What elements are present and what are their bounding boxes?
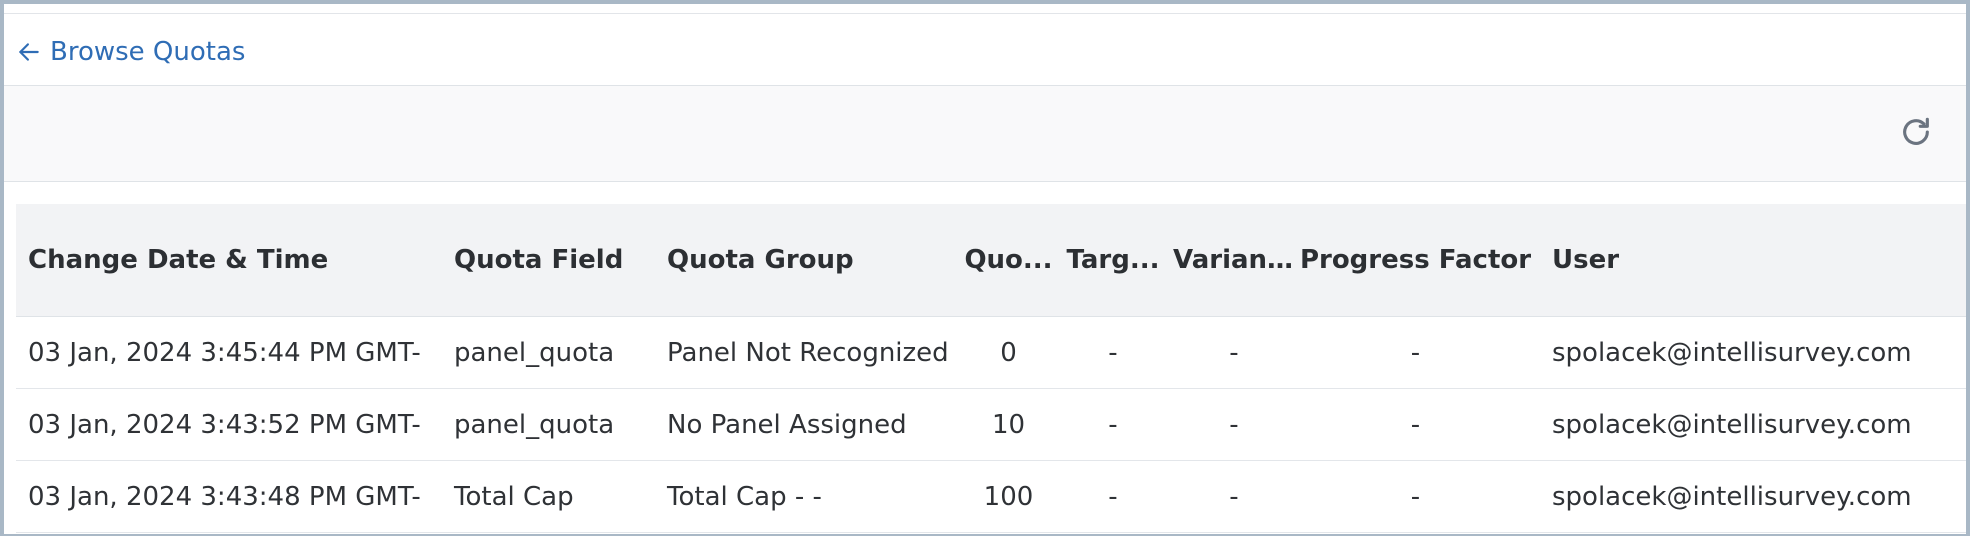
quota-history-panel: Browse Quotas Change Date & Time Quota F…: [4, 4, 1966, 534]
cell-quota-group: Total Cap - -: [667, 481, 822, 512]
browse-quotas-back-link[interactable]: Browse Quotas: [16, 35, 245, 69]
cell-target: -: [1108, 481, 1118, 512]
col-header-variance[interactable]: Varian...: [1169, 245, 1299, 275]
cell-user: spolacek@intellisurvey.com: [1552, 337, 1912, 368]
table-header: Change Date & Time Quota Field Quota Gro…: [16, 204, 1966, 317]
cell-progress-factor: -: [1410, 481, 1421, 512]
quota-history-table: Change Date & Time Quota Field Quota Gro…: [16, 204, 1966, 533]
col-header-user[interactable]: User: [1532, 245, 1952, 275]
col-header-quota-group[interactable]: Quota Group: [655, 245, 960, 275]
browse-quotas-label: Browse Quotas: [50, 37, 246, 67]
cell-quota: 10: [991, 409, 1026, 440]
cell-user: spolacek@intellisurvey.com: [1552, 409, 1912, 440]
col-header-quota[interactable]: Quo...: [960, 245, 1057, 275]
cell-change-date: 03 Jan, 2024 3:43:52 PM GMT-: [28, 409, 421, 440]
cell-change-date: 03 Jan, 2024 3:43:48 PM GMT-: [28, 481, 421, 512]
cell-progress-factor: -: [1410, 409, 1421, 440]
toolbar: [4, 86, 1966, 182]
cell-quota-field: panel_quota: [454, 337, 615, 368]
cell-quota-field: panel_quota: [454, 409, 615, 440]
col-header-target[interactable]: Targ...: [1057, 245, 1169, 275]
cell-quota: 0: [1000, 337, 1017, 368]
cell-target: -: [1108, 409, 1118, 440]
table-row[interactable]: 03 Jan, 2024 3:43:52 PM GMT- panel_quota…: [16, 389, 1966, 461]
col-header-progress-factor[interactable]: Progress Factor: [1299, 240, 1532, 280]
cell-quota-group: No Panel Assigned: [667, 409, 907, 440]
top-border: [4, 4, 1966, 14]
cell-progress-factor: -: [1410, 337, 1421, 368]
cell-variance: -: [1229, 409, 1239, 440]
cell-variance: -: [1229, 337, 1239, 368]
cell-quota-field: Total Cap: [454, 481, 574, 512]
cell-quota: 100: [983, 481, 1034, 512]
table-row[interactable]: 03 Jan, 2024 3:43:48 PM GMT- Total Cap T…: [16, 461, 1966, 533]
cell-quota-group: Panel Not Recognized: [667, 337, 949, 368]
cell-target: -: [1108, 337, 1118, 368]
refresh-icon: [1903, 117, 1929, 145]
col-header-change-date[interactable]: Change Date & Time: [16, 245, 442, 275]
refresh-button[interactable]: [1896, 112, 1936, 152]
cell-user: spolacek@intellisurvey.com: [1552, 481, 1912, 512]
table-row[interactable]: 03 Jan, 2024 3:45:44 PM GMT- panel_quota…: [16, 317, 1966, 389]
col-header-quota-field[interactable]: Quota Field: [442, 245, 655, 275]
cell-change-date: 03 Jan, 2024 3:45:44 PM GMT-: [28, 337, 421, 368]
arrow-left-icon: [19, 43, 39, 61]
cell-variance: -: [1229, 481, 1239, 512]
